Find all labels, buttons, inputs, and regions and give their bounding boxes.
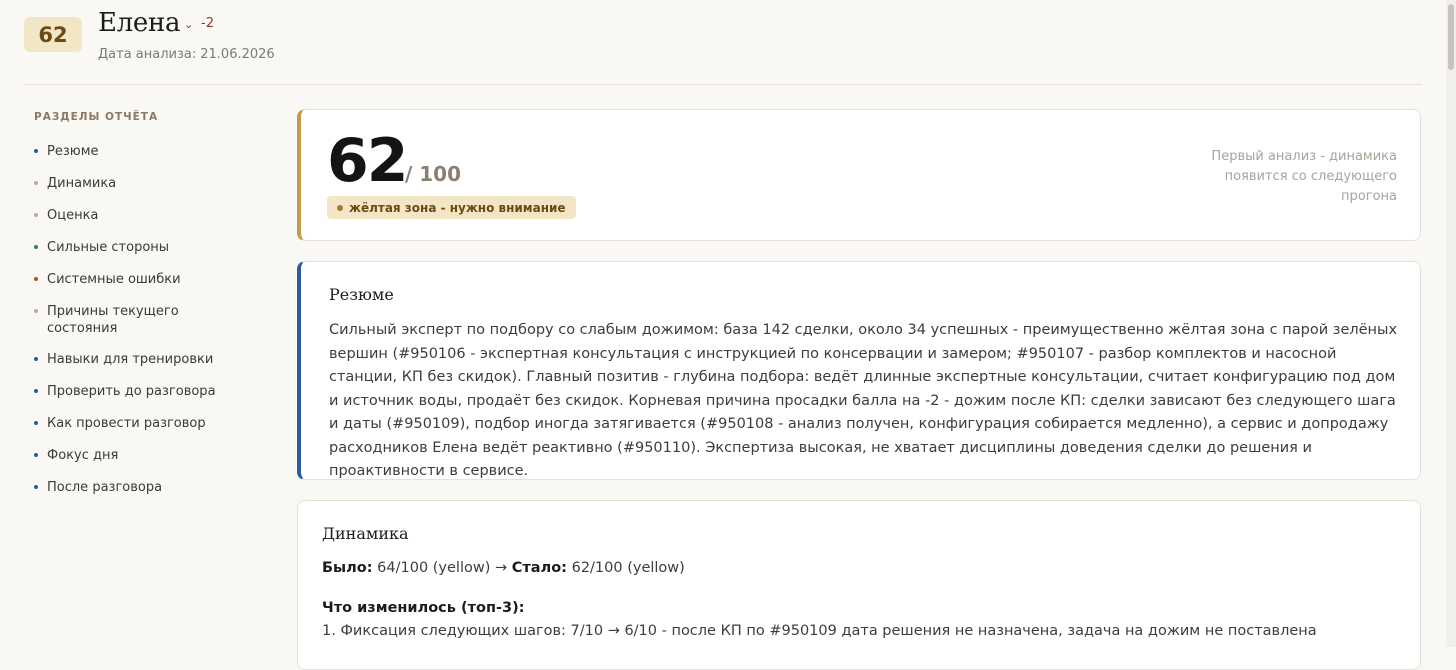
sidebar-item-label: Причины текущего состояния [47,304,179,336]
sidebar-item-label: Проверить до разговора [47,384,216,399]
sidebar-item-how-to-talk[interactable]: Как провести разговор [34,415,234,432]
chevron-down-icon[interactable]: ⌄ [184,18,193,31]
bullet-dot-icon [34,453,38,457]
employee-name: Елена [98,8,181,38]
date-label: Дата анализа: [98,47,197,62]
big-score: 62 [327,126,408,196]
sidebar-item-skills[interactable]: Навыки для тренировки [34,351,234,368]
bullet-dot-icon [34,277,38,281]
sidebar-item-assessment[interactable]: Оценка [34,207,234,224]
dynamics-note: Первый анализ - динамика появится со сле… [1211,149,1397,204]
bullet-dot-icon [34,485,38,489]
bullet-dot-icon [34,149,38,153]
sidebar-item-label: Как провести разговор [47,416,206,431]
summary-title: Резюме [329,285,394,304]
zone-dot-icon [337,205,343,211]
bullet-dot-icon [34,357,38,361]
date-value: 21.06.2026 [200,47,275,62]
dynamics-card: Динамика Было: 64/100 (yellow) → Стало: … [297,500,1421,670]
header-score-badge: 62 [24,17,82,52]
summary-card: Резюме Сильный эксперт по подбору со сла… [297,261,1421,480]
sidebar-item-check-before[interactable]: Проверить до разговора [34,383,234,400]
arrow-right-icon: → [495,560,508,576]
bullet-dot-icon [34,421,38,425]
summary-text: Сильный эксперт по подбору со слабым дож… [329,322,1398,479]
sidebar-item-label: После разговора [47,480,163,495]
bullet-dot-icon [34,309,38,313]
bullet-dot-icon [34,181,38,185]
sidebar-item-label: Навыки для тренировки [47,352,214,367]
score-delta: -2 [201,16,214,31]
changed-title: Что изменилось (топ-3): [322,600,525,616]
sidebar-title: РАЗДЕЛЫ ОТЧЁТА [34,111,159,123]
was-label: Было: [322,560,373,576]
zone-badge: жёлтая зона - нужно внимание [327,196,576,219]
sidebar-item-causes[interactable]: Причины текущего состояния [34,303,197,337]
sidebar-item-label: Сильные стороны [47,240,170,255]
bullet-dot-icon [34,213,38,217]
sidebar-item-label: Оценка [47,208,99,223]
sidebar-item-label: Фокус дня [47,448,119,463]
score-max: / 100 [405,162,462,186]
scrollbar-thumb[interactable] [1448,4,1454,70]
score-card: 62 / 100 жёлтая зона - нужно внимание Пе… [297,109,1421,241]
bullet-dot-icon [34,389,38,393]
bullet-dot-icon [34,245,38,249]
change-item: 1. Фиксация следующих шагов: 7/10 → 6/10… [322,623,1317,639]
header-divider [24,84,1422,85]
sidebar-item-after-talk[interactable]: После разговора [34,479,234,496]
sidebar-item-label: Системные ошибки [47,272,181,287]
now-value: 62/100 (yellow) [571,560,685,576]
was-value: 64/100 (yellow) [377,560,491,576]
sidebar-item-dynamics[interactable]: Динамика [34,175,234,192]
analysis-date: Дата анализа: 21.06.2026 [98,47,275,62]
sidebar-item-summary[interactable]: Резюме [34,143,234,160]
now-label: Стало: [511,560,567,576]
sidebar-nav: Резюме Динамика Оценка Сильные стороны С… [34,143,234,511]
sidebar-item-label: Резюме [47,144,99,159]
sidebar-item-strengths[interactable]: Сильные стороны [34,239,234,256]
zone-label: жёлтая зона - нужно внимание [349,200,566,215]
was-now-line: Было: 64/100 (yellow) → Стало: 62/100 (y… [322,560,685,576]
sidebar-item-day-focus[interactable]: Фокус дня [34,447,234,464]
page-scrollbar[interactable] [1446,0,1456,647]
sidebar-item-system-errors[interactable]: Системные ошибки [34,271,234,288]
sidebar-item-label: Динамика [47,176,117,191]
dynamics-title: Динамика [322,524,409,543]
